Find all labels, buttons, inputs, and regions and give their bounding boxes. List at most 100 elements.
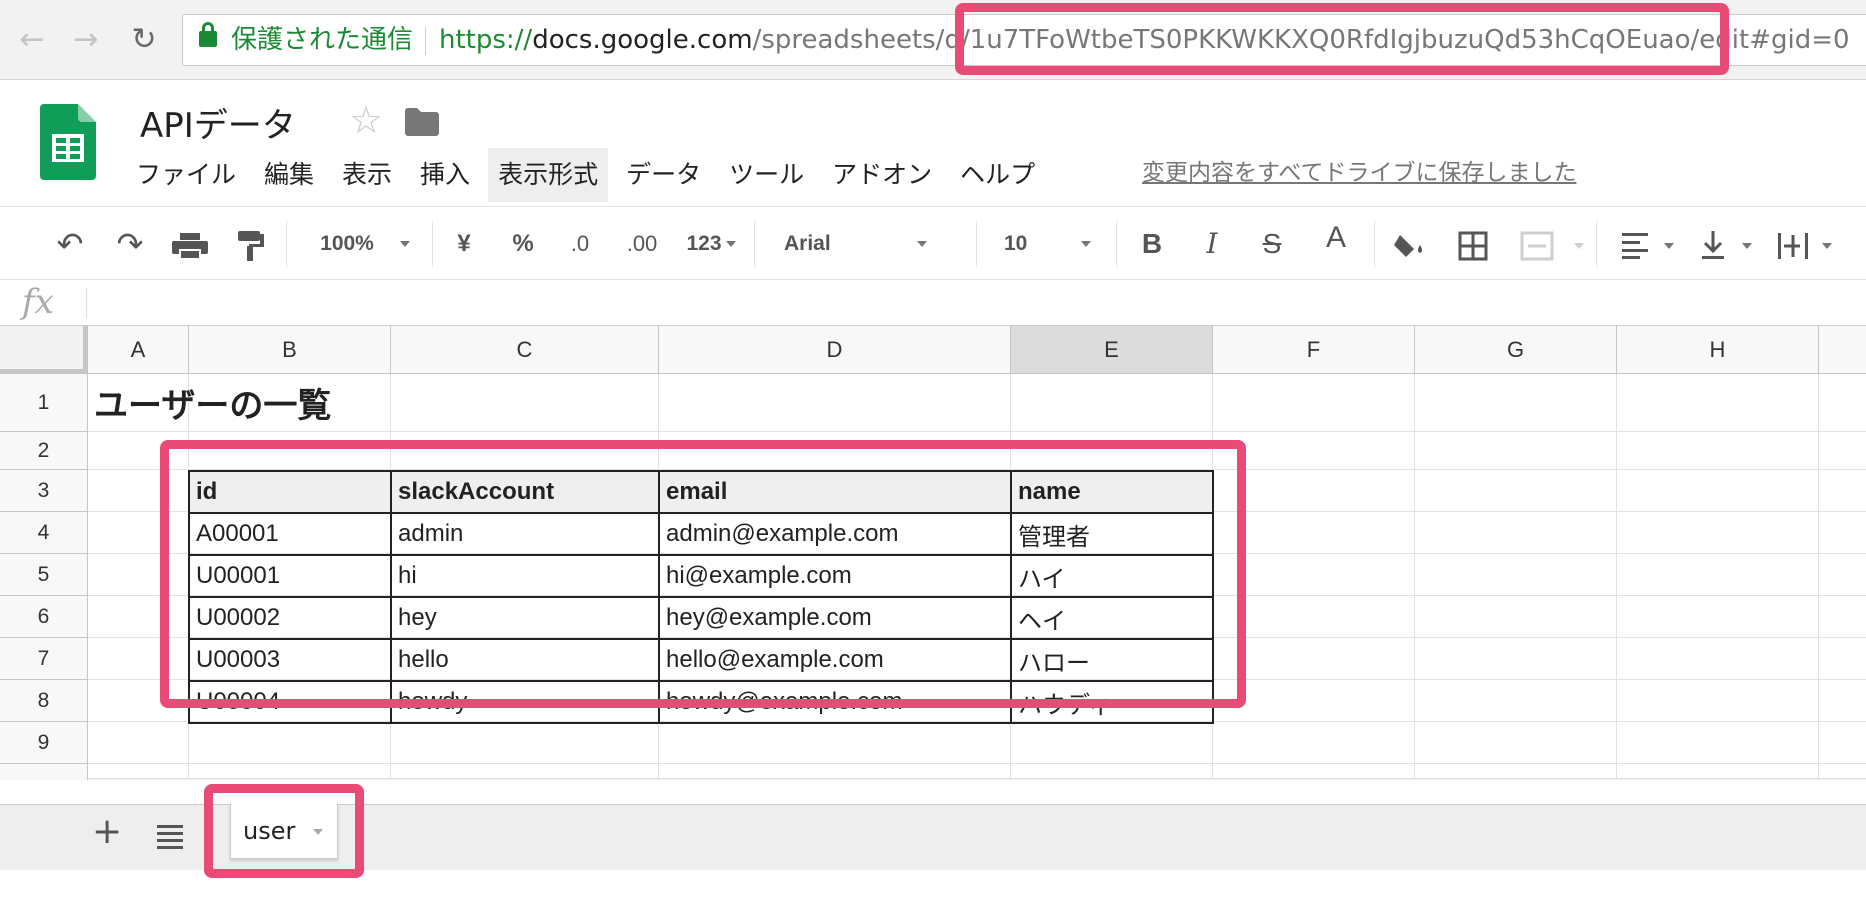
table-highlight [160,440,1246,708]
row-header-1[interactable]: 1 [0,374,88,432]
lock-icon [199,22,217,47]
strikethrough-button[interactable]: S [1254,221,1290,267]
column-header-next[interactable] [1819,326,1866,374]
increase-decimal-label: .00 [626,231,658,256]
italic-button[interactable]: I [1194,221,1230,267]
align-left-icon[interactable] [1620,231,1650,259]
row-header-10[interactable] [0,764,88,780]
toolbar-divider [1596,221,1597,267]
menu-view[interactable]: 表示 [332,148,402,202]
reload-icon[interactable]: ↻ [124,20,164,60]
menu-bar: ファイル 編集 表示 挿入 表示形式 データ ツール アドオン ヘルプ [126,148,1053,202]
back-icon[interactable]: ← [12,20,52,60]
document-title[interactable]: APIデータ [140,98,296,147]
save-status[interactable]: 変更内容をすべてドライブに保存しました [1142,153,1576,187]
undo-icon[interactable]: ↶ [48,221,92,267]
column-header-g[interactable]: G [1415,326,1617,374]
row-header-4[interactable]: 4 [0,512,88,554]
toolbar-divider [1116,221,1117,267]
sheet-title-cell[interactable]: ユーザーの一覧 [94,378,331,427]
toolbar-divider [754,221,755,267]
row-header-2[interactable]: 2 [0,432,88,470]
column-header-e[interactable]: E [1011,326,1213,374]
text-wrap-icon[interactable] [1776,231,1810,261]
toolbar-divider [286,221,287,267]
toolbar-divider [1374,221,1375,267]
increase-decimal-button[interactable]: .00 [614,221,670,267]
chevron-down-icon [1822,243,1832,249]
font-size-value: 10 [1004,232,1028,255]
gridline [1414,374,1415,780]
menu-edit[interactable]: 編集 [254,148,324,202]
chevron-down-icon [916,241,927,248]
font-family-select[interactable]: Arial [784,221,954,267]
chevron-down-icon [1742,243,1752,249]
sheet-tab-highlight [204,784,364,878]
address-separator [425,27,426,55]
formatting-toolbar: ↶ ↷ 100% ¥ % .0 .00 123 Arial 10 B I S A [0,206,1866,280]
gridline [88,763,1866,764]
browser-toolbar: ← → ↻ 保護された通信 https://docs.google.com/sp… [0,0,1866,80]
decrease-decimal-button[interactable]: .0 [558,221,602,267]
zoom-value: 100% [320,232,374,255]
zoom-select[interactable]: 100% [300,221,430,267]
row-header-5[interactable]: 5 [0,554,88,596]
forward-icon[interactable]: → [66,20,106,60]
chevron-down-icon [1081,241,1092,248]
row-header-9[interactable]: 9 [0,722,88,764]
all-sheets-icon[interactable] [157,825,183,853]
fill-color-icon[interactable] [1394,231,1428,261]
column-header-f[interactable]: F [1213,326,1415,374]
url-host: docs.google.com [532,25,753,55]
folder-icon[interactable] [405,108,439,136]
secure-label: 保護された通信 [231,25,414,55]
gridline [88,431,1866,432]
paint-format-icon[interactable] [236,231,266,261]
column-header-c[interactable]: C [391,326,659,374]
column-header-d[interactable]: D [659,326,1011,374]
menu-tools[interactable]: ツール [719,148,814,202]
url-id-highlight [955,3,1729,75]
column-header-a[interactable]: A [88,326,189,374]
select-all-corner[interactable] [0,326,88,374]
gridline [1818,374,1819,780]
menu-data[interactable]: データ [616,148,711,202]
borders-icon[interactable] [1458,231,1488,261]
formula-bar[interactable]: fx [0,280,1866,326]
chevron-down-icon [1574,243,1584,249]
font-family-value: Arial [784,232,831,255]
more-formats-select[interactable]: 123 [676,221,746,267]
decrease-decimal-label: .0 [570,231,590,256]
bold-button[interactable]: B [1134,221,1170,267]
column-header-h[interactable]: H [1617,326,1819,374]
sheets-logo-icon[interactable] [40,104,96,180]
menu-format[interactable]: 表示形式 [488,148,609,202]
menu-insert[interactable]: 挿入 [410,148,480,202]
column-header-b[interactable]: B [189,326,391,374]
row-header-8[interactable]: 8 [0,680,88,722]
row-header-6[interactable]: 6 [0,596,88,638]
menu-addons[interactable]: アドオン [822,148,942,202]
row-header-7[interactable]: 7 [0,638,88,680]
percent-format-button[interactable]: % [505,221,541,267]
spreadsheet-grid[interactable]: A B C D E F G H 1 2 3 4 5 6 7 8 9 ユーザーの一… [0,326,1866,780]
redo-icon[interactable]: ↷ [108,221,152,267]
vertical-align-icon[interactable] [1700,229,1726,261]
menu-help[interactable]: ヘルプ [950,148,1045,202]
row-header-3[interactable]: 3 [0,470,88,512]
print-icon[interactable] [170,233,210,259]
toolbar-divider [432,221,433,267]
text-color-button[interactable]: A [1314,215,1358,261]
chevron-down-icon [399,241,410,248]
horizontal-scrollbar[interactable] [88,778,1866,780]
menu-file[interactable]: ファイル [126,148,246,202]
add-sheet-icon[interactable]: + [92,811,122,852]
more-formats-label: 123 [686,232,722,255]
merge-cells-icon[interactable] [1520,231,1554,261]
currency-format-button[interactable]: ¥ [446,221,482,267]
font-size-select[interactable]: 10 [1004,221,1104,267]
star-icon[interactable]: ☆ [349,98,383,142]
chevron-down-icon [1664,243,1674,249]
gridline [1616,374,1617,780]
chevron-down-icon [725,241,736,248]
